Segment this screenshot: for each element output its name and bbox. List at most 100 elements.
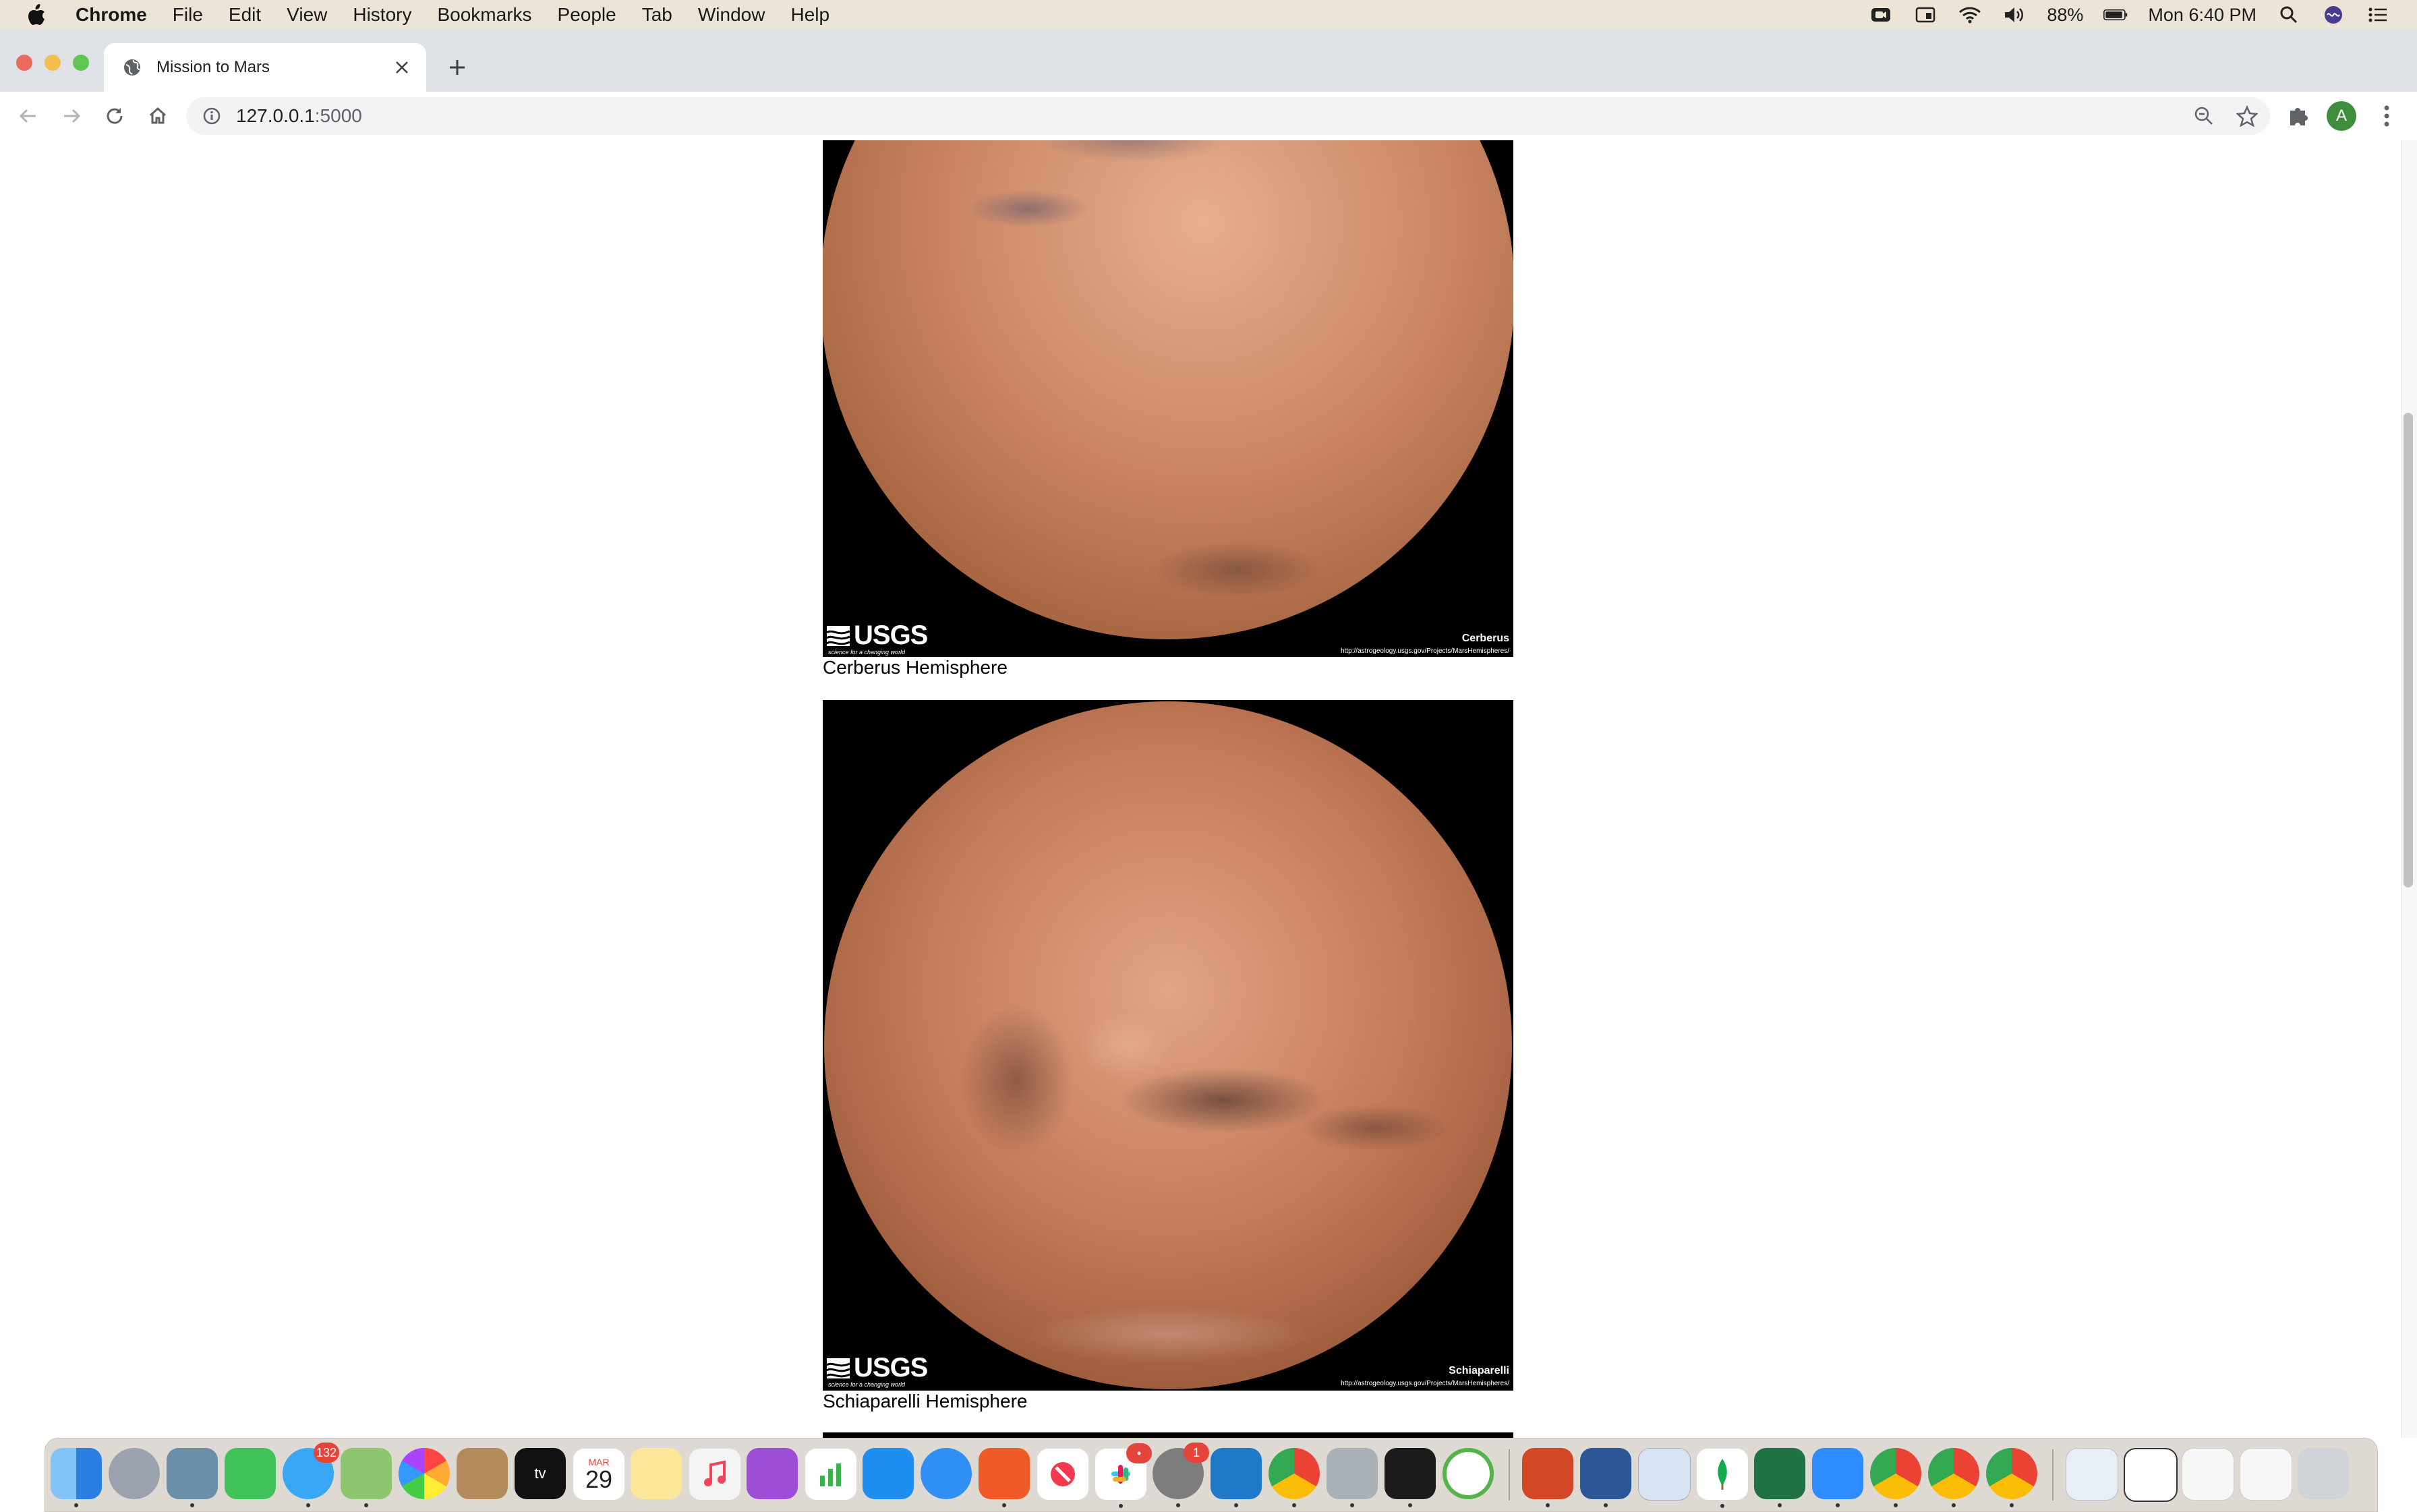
globe-icon bbox=[121, 57, 143, 78]
chrome-app-icon[interactable] bbox=[1986, 1448, 2037, 1507]
preview-icon[interactable] bbox=[167, 1448, 218, 1507]
hemisphere-caption: Cerberus Hemisphere bbox=[823, 657, 1008, 678]
schiaparelli-hemisphere-image: USGS science for a changing world Schiap… bbox=[823, 700, 1513, 1391]
running-indicator bbox=[1952, 1503, 1956, 1507]
contacts-icon[interactable] bbox=[457, 1448, 508, 1499]
extensions-puzzle-icon[interactable] bbox=[2286, 104, 2312, 129]
recent-window-thumbnail[interactable] bbox=[2124, 1448, 2178, 1502]
slack-icon[interactable]: • bbox=[1095, 1443, 1152, 1508]
display-icon[interactable] bbox=[1913, 5, 1938, 24]
home-button[interactable] bbox=[143, 101, 173, 131]
usgs-wordmark: USGS bbox=[854, 1353, 928, 1383]
running-indicator bbox=[1292, 1503, 1296, 1507]
page-scrollbar-thumb[interactable] bbox=[2404, 413, 2413, 888]
camera-icon[interactable] bbox=[1869, 5, 1893, 24]
messages-icon[interactable]: 132 bbox=[283, 1443, 339, 1507]
launchpad-icon[interactable] bbox=[109, 1448, 160, 1499]
podcasts-icon[interactable] bbox=[747, 1448, 798, 1499]
image-hemisphere-name: Cerberus bbox=[1461, 633, 1509, 644]
downloads-stack-icon[interactable] bbox=[2240, 1448, 2292, 1501]
cerberus-hemisphere-image: USGS science for a changing world Cerber… bbox=[823, 140, 1513, 657]
finder-icon[interactable] bbox=[51, 1448, 102, 1507]
document-stack-icon[interactable] bbox=[2182, 1448, 2234, 1501]
system-preferences-icon[interactable]: 1 bbox=[1153, 1443, 1209, 1507]
close-tab-icon[interactable] bbox=[390, 55, 414, 80]
menu-bookmarks[interactable]: Bookmarks bbox=[437, 4, 531, 26]
running-indicator bbox=[1894, 1503, 1898, 1507]
maps-icon[interactable] bbox=[341, 1448, 392, 1507]
address-bar[interactable]: 127.0.0.1:5000 bbox=[186, 97, 2270, 135]
profile-avatar[interactable]: A bbox=[2327, 101, 2356, 131]
chrome-app-icon[interactable] bbox=[1928, 1448, 1979, 1507]
excel-icon[interactable] bbox=[1754, 1448, 1805, 1507]
new-tab-button[interactable] bbox=[442, 53, 472, 82]
css-file-icon[interactable] bbox=[2066, 1448, 2118, 1501]
bookmark-star-icon[interactable] bbox=[2236, 105, 2259, 127]
safari-icon[interactable] bbox=[921, 1448, 972, 1499]
volume-icon[interactable] bbox=[2002, 5, 2027, 24]
terminal-icon[interactable] bbox=[1385, 1448, 1436, 1507]
siri-icon[interactable] bbox=[2321, 5, 2346, 24]
running-indicator bbox=[74, 1503, 78, 1507]
menubar-clock[interactable]: Mon 6:40 PM bbox=[2148, 5, 2256, 26]
forward-button[interactable] bbox=[57, 101, 86, 131]
word-icon[interactable] bbox=[1580, 1448, 1631, 1507]
photos-icon[interactable] bbox=[399, 1448, 450, 1499]
battery-percent: 88% bbox=[2047, 4, 2084, 25]
menu-window[interactable]: Window bbox=[698, 4, 765, 26]
spotlight-search-icon[interactable] bbox=[2277, 5, 2301, 24]
git-client-icon[interactable] bbox=[979, 1448, 1030, 1507]
numbers-icon[interactable] bbox=[805, 1448, 857, 1501]
menu-history[interactable]: History bbox=[353, 4, 411, 26]
close-window-button[interactable] bbox=[16, 55, 32, 71]
app-store-icon[interactable] bbox=[863, 1448, 914, 1499]
notes-icon[interactable] bbox=[631, 1448, 682, 1499]
facetime-icon[interactable] bbox=[225, 1448, 276, 1499]
running-indicator bbox=[1720, 1504, 1724, 1508]
menu-edit[interactable]: Edit bbox=[229, 4, 261, 26]
site-info-icon[interactable] bbox=[201, 105, 223, 127]
menu-tab[interactable]: Tab bbox=[642, 4, 672, 26]
chrome-icon[interactable] bbox=[1269, 1448, 1320, 1507]
chrome-app-icon[interactable] bbox=[1870, 1448, 1921, 1507]
menu-view[interactable]: View bbox=[287, 4, 327, 26]
zoom-window-button[interactable] bbox=[73, 55, 89, 71]
menubar-status-area: 88% Mon 6:40 PM bbox=[1869, 0, 2390, 30]
wifi-icon[interactable] bbox=[1958, 5, 1982, 24]
back-button[interactable] bbox=[13, 101, 43, 131]
zoom-app-icon[interactable] bbox=[1812, 1448, 1863, 1507]
chrome-menu-icon[interactable] bbox=[2377, 101, 2397, 131]
menu-help[interactable]: Help bbox=[790, 4, 829, 26]
menu-file[interactable]: File bbox=[173, 4, 203, 26]
calendar-day: 29 bbox=[585, 1465, 613, 1493]
powerpoint-icon[interactable] bbox=[1522, 1448, 1573, 1507]
mongodb-compass-icon[interactable] bbox=[1696, 1448, 1749, 1508]
automator-icon[interactable] bbox=[1327, 1448, 1378, 1507]
calendar-icon[interactable]: MAR 29 bbox=[573, 1448, 625, 1501]
dock-separator bbox=[2052, 1449, 2054, 1501]
trash-icon[interactable] bbox=[2298, 1448, 2349, 1499]
running-indicator bbox=[1778, 1503, 1782, 1507]
apple-menu-icon[interactable] bbox=[27, 3, 50, 26]
textedit-icon[interactable] bbox=[1638, 1448, 1691, 1501]
running-indicator bbox=[1234, 1503, 1238, 1507]
tab-mission-to-mars[interactable]: Mission to Mars bbox=[104, 43, 426, 92]
reload-button[interactable] bbox=[100, 101, 129, 131]
notification-center-icon[interactable] bbox=[2366, 5, 2390, 24]
image-hemisphere-name: Schiaparelli bbox=[1449, 1365, 1509, 1376]
cleaner-app-icon[interactable] bbox=[1443, 1448, 1494, 1499]
hemisphere-caption: Schiaparelli Hemisphere bbox=[823, 1391, 1028, 1412]
menu-app-name[interactable]: Chrome bbox=[76, 4, 147, 26]
battery-icon[interactable] bbox=[2103, 5, 2128, 24]
music-icon[interactable] bbox=[689, 1448, 741, 1501]
menu-people[interactable]: People bbox=[558, 4, 616, 26]
page-viewport: USGS science for a changing world Cerber… bbox=[0, 140, 2401, 1438]
address-url[interactable]: 127.0.0.1:5000 bbox=[236, 105, 362, 127]
vscode-icon[interactable] bbox=[1211, 1448, 1262, 1507]
news-icon[interactable] bbox=[1037, 1448, 1089, 1501]
usgs-logo: USGS bbox=[827, 1353, 928, 1383]
minimize-window-button[interactable] bbox=[45, 55, 61, 71]
usgs-wave-icon bbox=[827, 625, 850, 646]
apple-tv-icon[interactable]: tv bbox=[515, 1448, 566, 1499]
zoom-icon[interactable] bbox=[2193, 105, 2215, 127]
